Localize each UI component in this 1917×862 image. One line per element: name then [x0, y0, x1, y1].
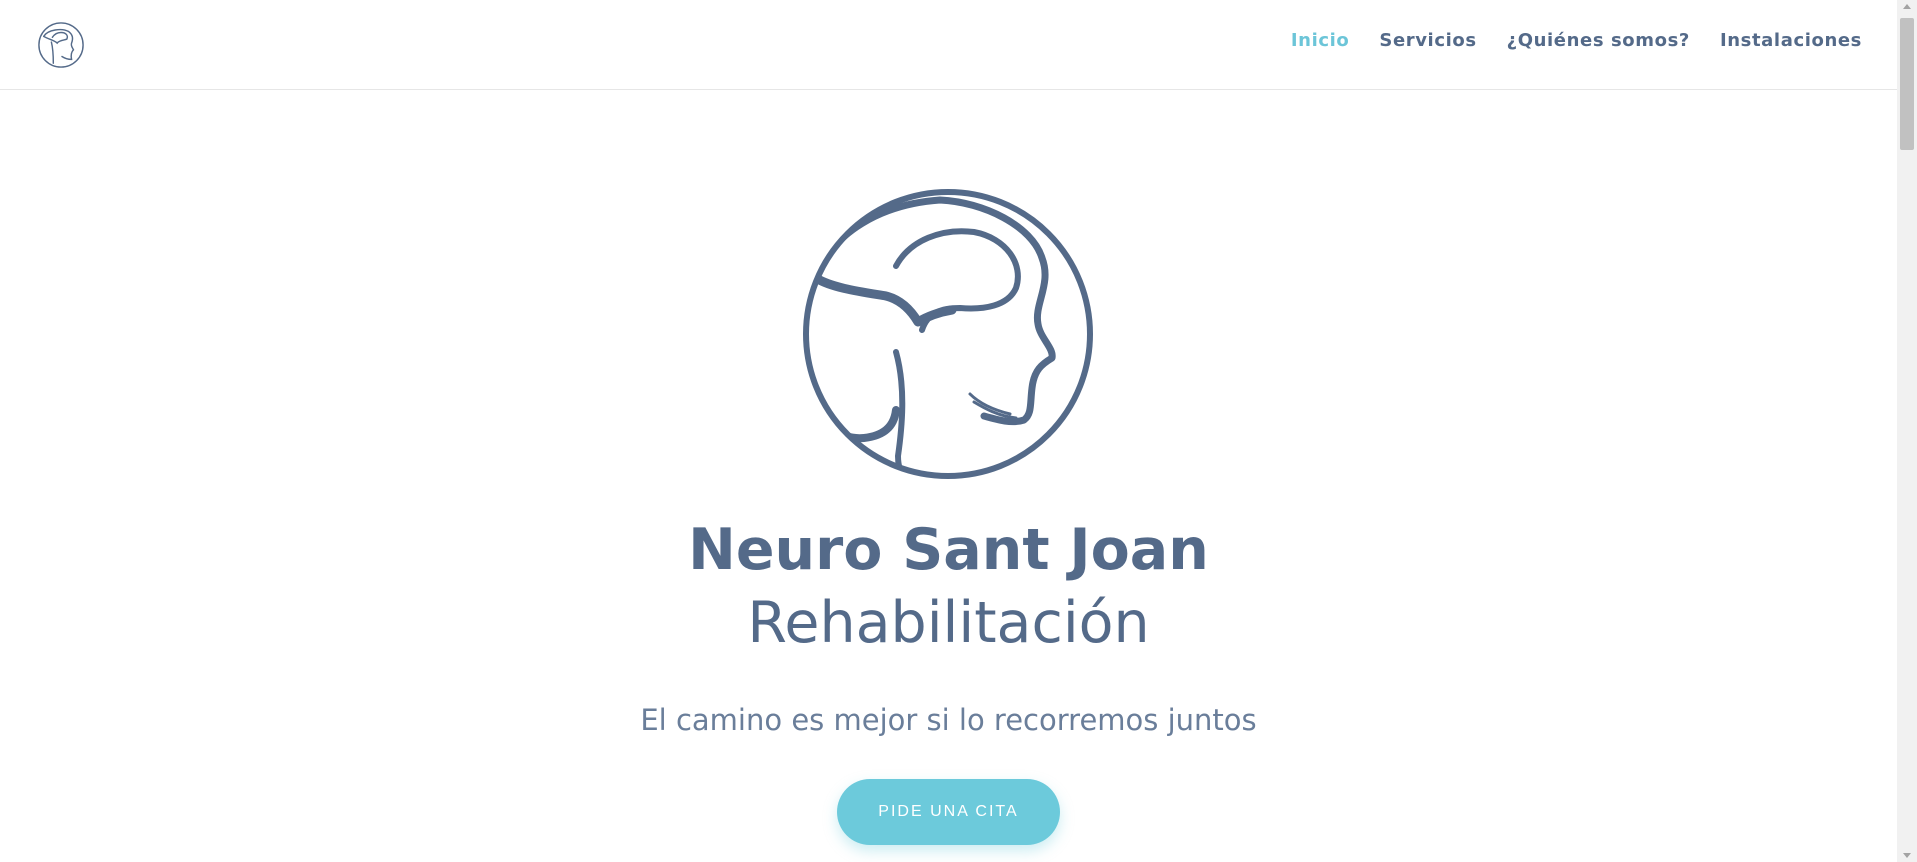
logo-icon[interactable]	[37, 21, 85, 69]
page: Inicio Servicios ¿Quiénes somos? Instala…	[0, 0, 1917, 862]
scroll-up-icon[interactable]	[1903, 4, 1911, 9]
nav-item-servicios[interactable]: Servicios	[1379, 30, 1476, 51]
hero-tagline: El camino es mejor si lo recorremos junt…	[640, 703, 1257, 737]
scroll-down-icon[interactable]	[1903, 853, 1911, 858]
scroll-thumb[interactable]	[1900, 18, 1914, 150]
nav-item-instalaciones[interactable]: Instalaciones	[1720, 30, 1862, 51]
hero-title: Neuro Sant Joan	[688, 517, 1209, 583]
nav-item-inicio[interactable]: Inicio	[1291, 30, 1350, 51]
scrollbar[interactable]	[1897, 0, 1917, 862]
main-nav: Inicio Servicios ¿Quiénes somos? Instala…	[1291, 30, 1862, 51]
nav-item-quienes-somos[interactable]: ¿Quiénes somos?	[1507, 30, 1690, 51]
hero-subtitle: Rehabilitación	[747, 590, 1150, 656]
site-header: Inicio Servicios ¿Quiénes somos? Instala…	[0, 0, 1897, 90]
book-appointment-button[interactable]: PIDE UNA CITA	[837, 779, 1060, 845]
hero-logo-icon	[803, 189, 1093, 479]
